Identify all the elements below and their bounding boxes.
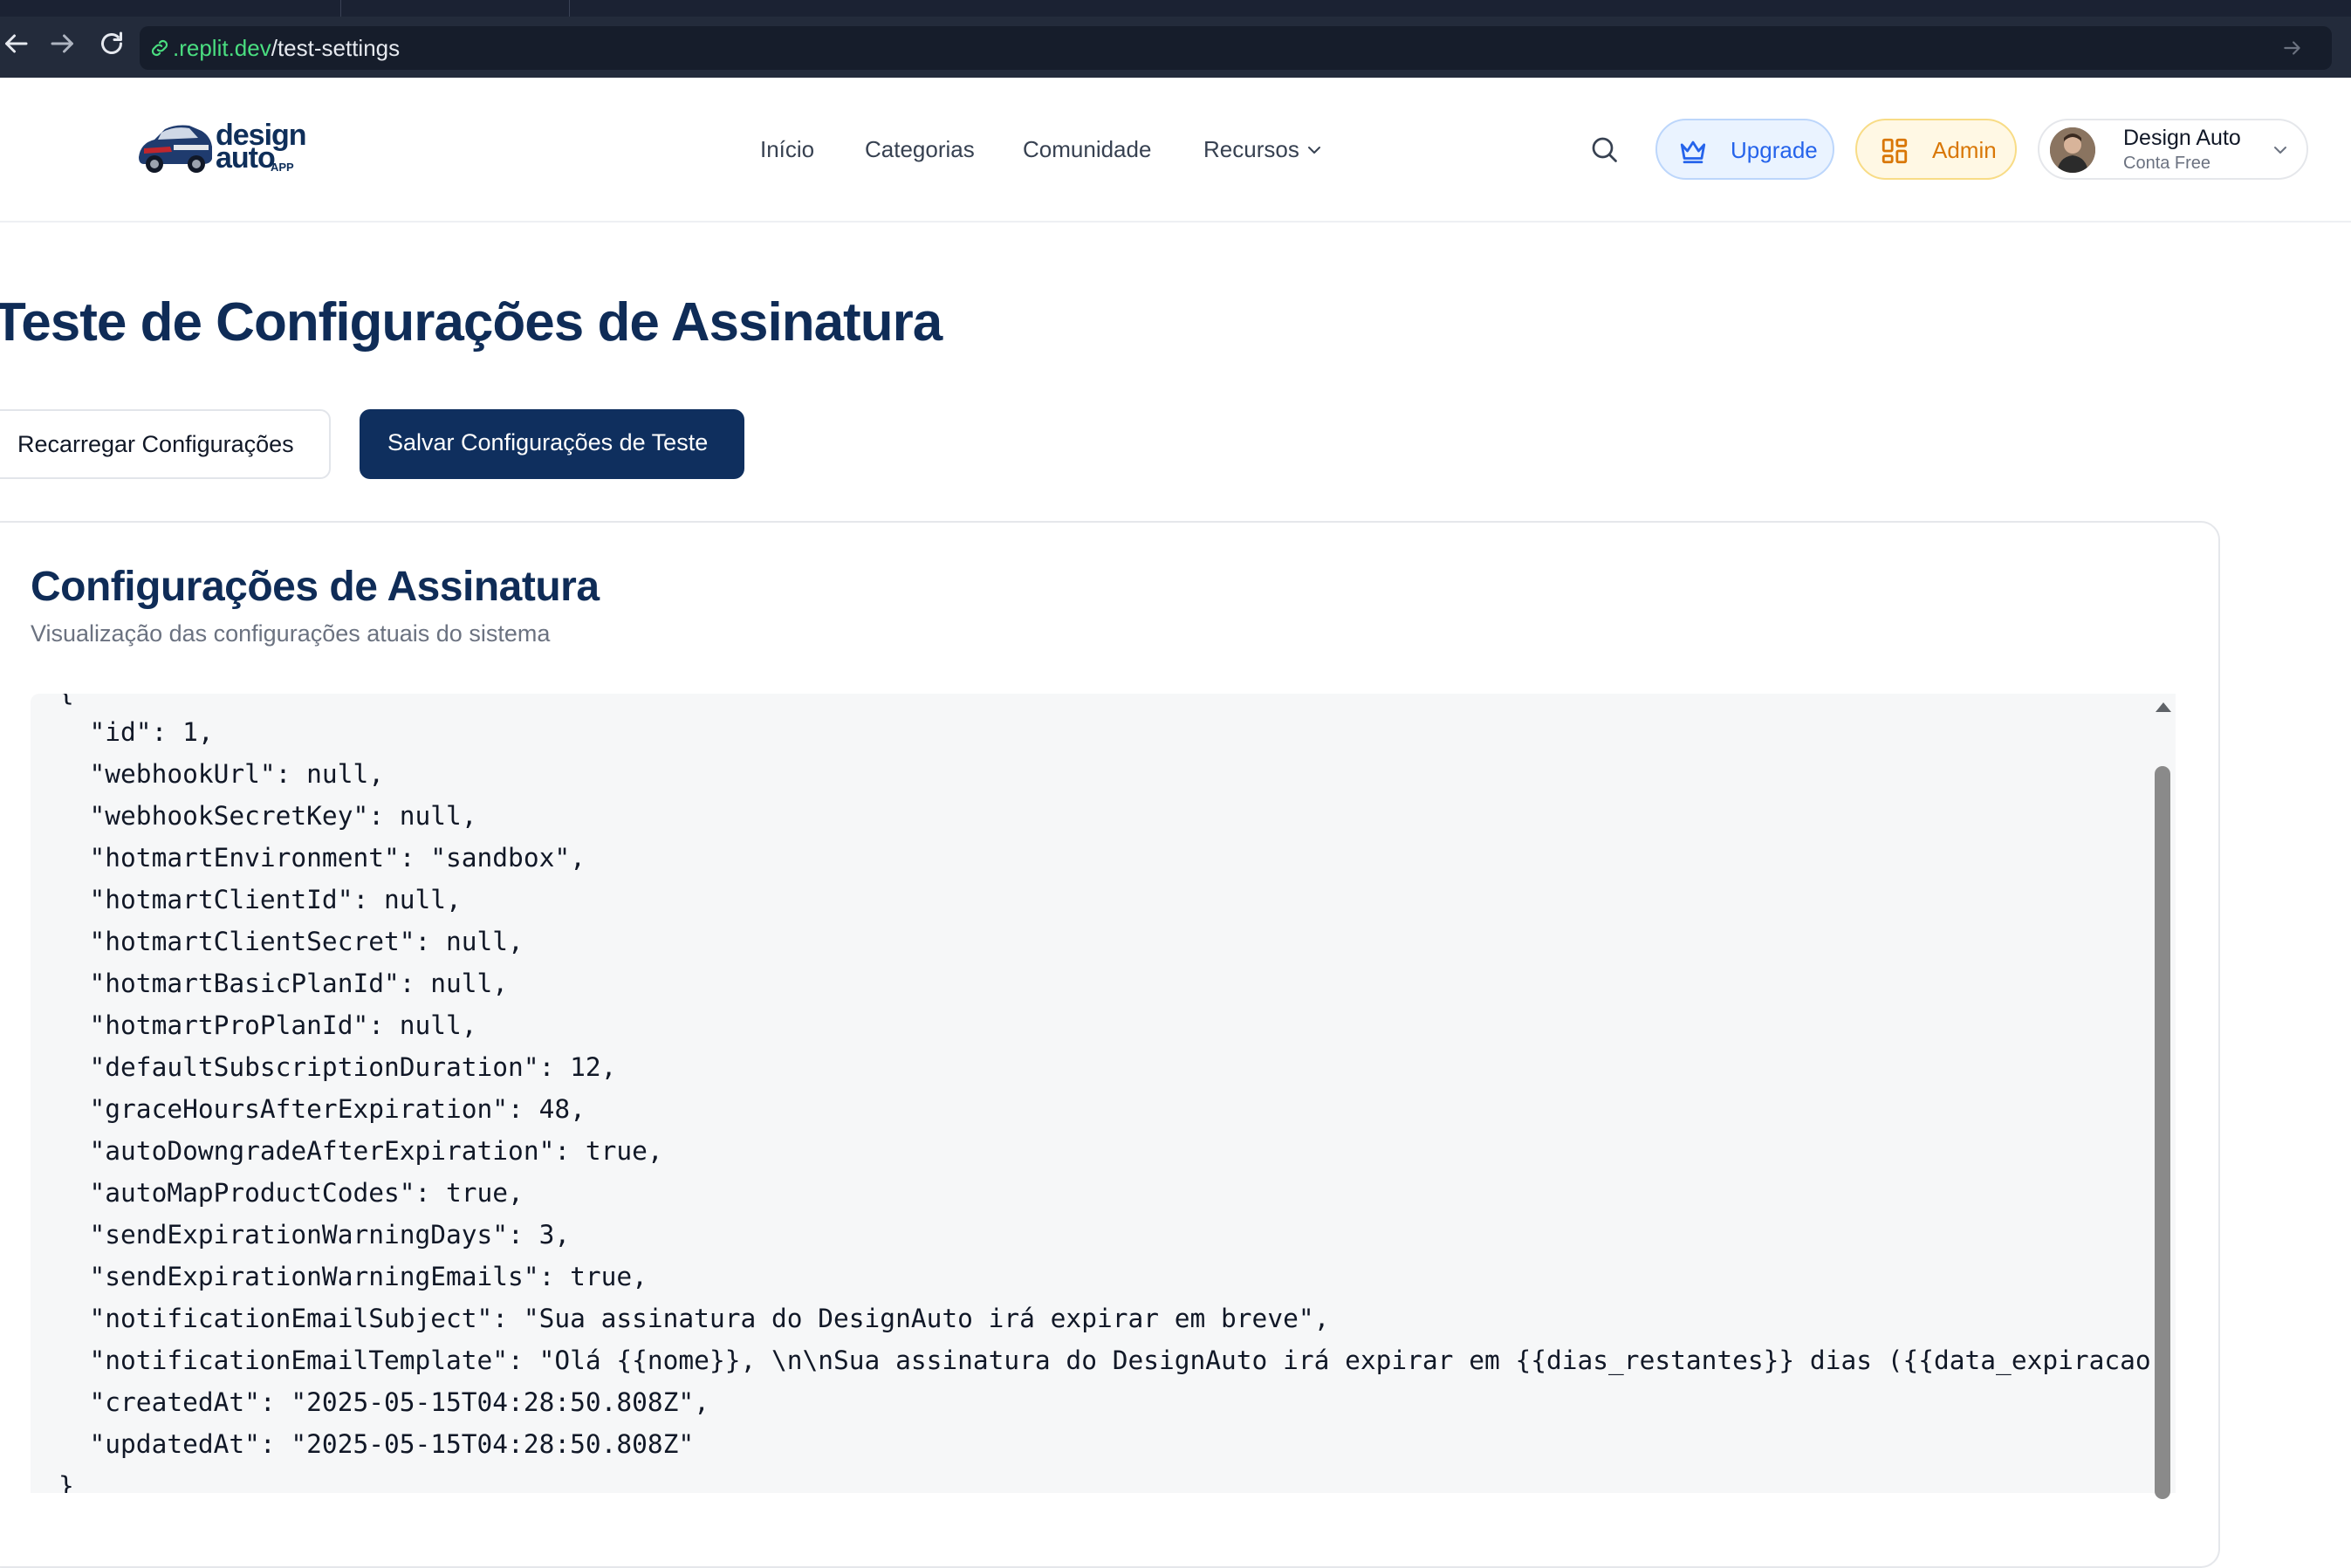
logo-text-auto: auto: [216, 141, 276, 175]
crown-icon: [1680, 140, 1706, 164]
user-menu[interactable]: Design Auto Conta Free: [2038, 119, 2308, 180]
reload-settings-button[interactable]: Recarregar Configurações: [0, 409, 331, 479]
json-line: }: [58, 1471, 74, 1493]
json-line: "hotmartClientId": null,: [58, 885, 462, 914]
card-subtitle: Visualização das configurações atuais do…: [31, 620, 551, 647]
json-line: "hotmartBasicPlanId": null,: [58, 969, 509, 998]
car-logo-icon: [139, 125, 212, 173]
json-line: "autoDowngradeAfterExpiration": true,: [58, 1136, 663, 1166]
nav-recursos[interactable]: Recursos: [1203, 136, 1299, 163]
go-arrow-icon[interactable]: [2281, 37, 2304, 59]
upgrade-label: Upgrade: [1731, 137, 1818, 163]
chevron-down-icon: [2274, 147, 2286, 154]
link-icon: [151, 39, 168, 57]
json-line: "hotmartEnvironment": "sandbox",: [58, 843, 586, 873]
back-button[interactable]: [0, 28, 31, 59]
browser-tab[interactable]: [0, 0, 341, 17]
json-line: "notificationEmailTemplate": "Olá {{nome…: [58, 1345, 2176, 1375]
json-line: "sendExpirationWarningDays": 3,: [58, 1220, 571, 1250]
save-test-settings-label: Salvar Configurações de Teste: [387, 429, 709, 455]
json-line: "webhookSecretKey": null,: [58, 801, 477, 831]
page-title: Teste de Configurações de Assinatura: [0, 292, 942, 353]
logo-text-app: APP: [271, 161, 294, 174]
nav-categorias[interactable]: Categorias: [865, 136, 975, 163]
user-name: Design Auto: [2123, 126, 2241, 150]
json-line: "defaultSubscriptionDuration": 12,: [58, 1052, 617, 1082]
logo[interactable]: design auto APP: [135, 119, 307, 176]
json-viewer[interactable]: { "id": 1, "webhookUrl": null, "webhookS…: [31, 694, 2176, 1493]
json-line: "graceHoursAfterExpiration": 48,: [58, 1094, 586, 1124]
user-plan: Conta Free: [2123, 154, 2211, 173]
json-line: "autoMapProductCodes": true,: [58, 1178, 524, 1208]
url-domain: .replit.dev: [173, 35, 271, 61]
json-line: {: [58, 694, 74, 709]
avatar: [2050, 127, 2095, 173]
json-line: "webhookUrl": null,: [58, 759, 384, 789]
reload-settings-label: Recarregar Configurações: [17, 431, 294, 457]
url-text: .replit.dev/test-settings: [173, 34, 400, 62]
address-bar[interactable]: .replit.dev/test-settings: [140, 26, 2332, 70]
json-line: "updatedAt": "2025-05-15T04:28:50.808Z": [58, 1429, 695, 1459]
back-icon: [5, 34, 28, 53]
upgrade-button[interactable]: Upgrade: [1655, 119, 1834, 180]
admin-button[interactable]: Admin: [1855, 119, 2017, 180]
browser-edge: [2332, 26, 2351, 70]
grid-icon: [1881, 138, 1908, 164]
search-icon[interactable]: [1588, 134, 1620, 165]
forward-button[interactable]: [47, 28, 79, 59]
chevron-down-icon[interactable]: [1304, 140, 1325, 161]
json-line: "id": 1,: [58, 717, 214, 747]
nav-comunidade[interactable]: Comunidade: [1023, 136, 1151, 163]
nav-inicio[interactable]: Início: [760, 136, 814, 163]
app-header: design auto APP Início Categorias Comuni…: [0, 79, 2351, 223]
json-line: "notificationEmailSubject": "Sua assinat…: [58, 1304, 1330, 1333]
save-test-settings-button[interactable]: Salvar Configurações de Teste: [360, 409, 744, 479]
reload-button[interactable]: [96, 28, 127, 59]
admin-label: Admin: [1932, 137, 1997, 163]
browser-tab-strip: [0, 0, 2351, 17]
forward-icon: [51, 34, 73, 53]
json-line: "createdAt": "2025-05-15T04:28:50.808Z",: [58, 1387, 709, 1417]
url-path: /test-settings: [271, 35, 401, 61]
json-line: "hotmartProPlanId": null,: [58, 1010, 477, 1040]
card-title: Configurações de Assinatura: [31, 564, 600, 610]
reload-icon: [101, 31, 122, 54]
scroll-up-arrow-icon[interactable]: [2156, 702, 2171, 712]
json-line: "sendExpirationWarningEmails": true,: [58, 1262, 648, 1291]
json-line: "hotmartClientSecret": null,: [58, 927, 524, 956]
browser-tab[interactable]: [342, 0, 570, 17]
scrollbar-thumb[interactable]: [2155, 766, 2170, 1499]
